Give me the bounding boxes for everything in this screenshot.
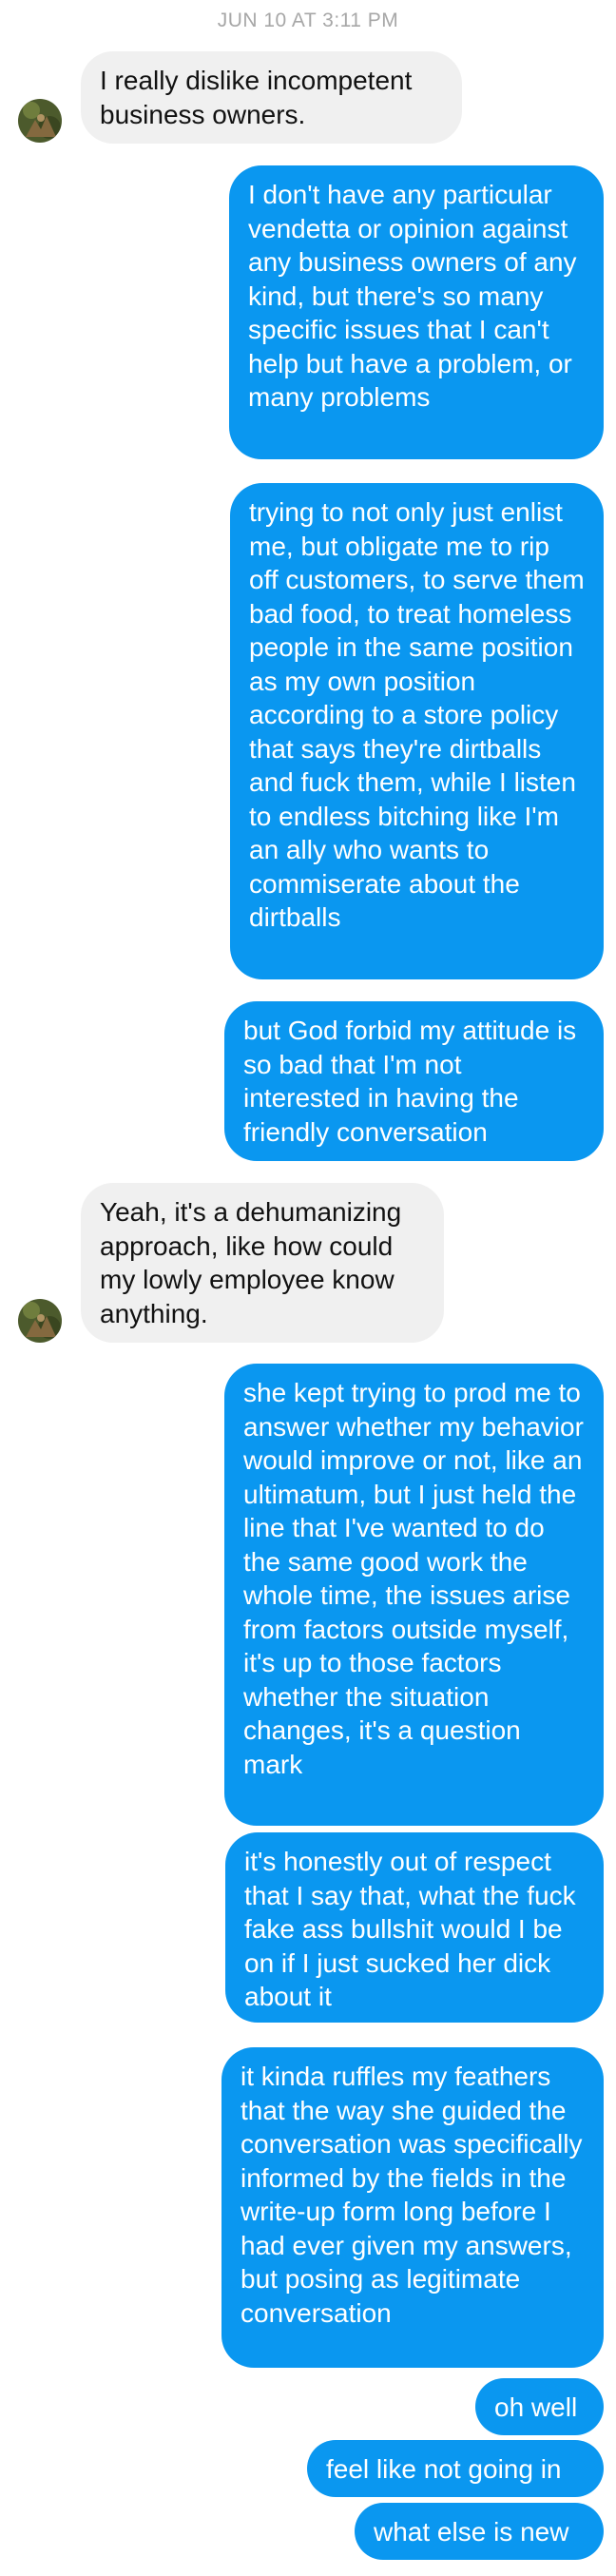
message-bubble-outgoing[interactable]: trying to not only just enlist me, but o… [230, 483, 604, 979]
message-bubble-incoming[interactable]: Yeah, it's a dehumanizing approach, like… [81, 1183, 444, 1343]
contact-avatar[interactable] [18, 1299, 62, 1343]
contact-avatar[interactable] [18, 99, 62, 143]
avatar-photo-icon [18, 99, 62, 143]
message-thread: JUN 10 AT 3:11 PM I really dislike incom… [0, 0, 616, 2576]
message-bubble-outgoing[interactable]: oh well [475, 2378, 604, 2435]
message-bubble-outgoing[interactable]: I don't have any particular vendetta or … [229, 165, 604, 459]
message-bubble-outgoing[interactable]: but God forbid my attitude is so bad tha… [224, 1001, 604, 1161]
message-bubble-outgoing[interactable]: she kept trying to prod me to answer whe… [224, 1364, 604, 1826]
message-bubble-outgoing[interactable]: feel like not going in [307, 2440, 604, 2497]
message-bubble-outgoing[interactable]: it's honestly out of respect that I say … [225, 1832, 604, 2023]
thread-timestamp: JUN 10 AT 3:11 PM [217, 10, 399, 31]
message-bubble-outgoing[interactable]: it kinda ruffles my feathers that the wa… [221, 2047, 604, 2368]
message-bubble-incoming[interactable]: I really dislike incompetent business ow… [81, 51, 462, 144]
message-bubble-outgoing[interactable]: what else is new [355, 2503, 604, 2560]
avatar-photo-icon [18, 1299, 62, 1343]
